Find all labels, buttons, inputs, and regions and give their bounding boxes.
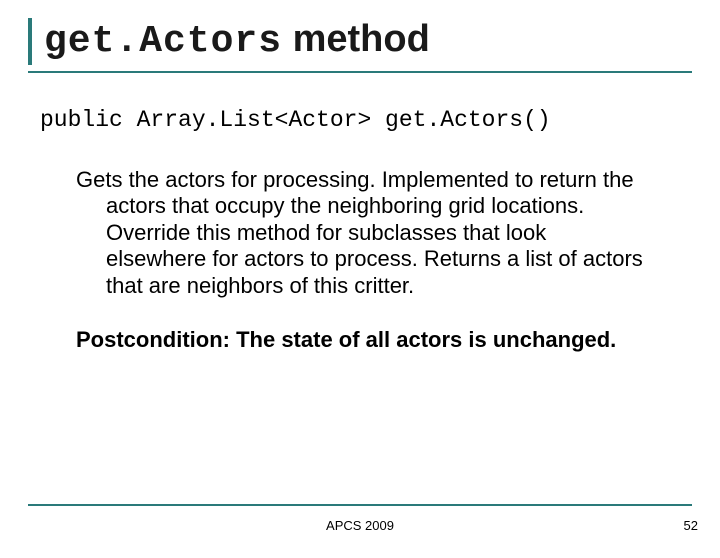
title-accent: get.Actors method: [28, 18, 692, 65]
footer-rule: [28, 504, 692, 506]
postcondition: Postcondition: The state of all actors i…: [76, 327, 644, 353]
footer: APCS 2009 52: [0, 518, 720, 538]
slide: get.Actors method public Array.List<Acto…: [0, 18, 720, 558]
title-container: get.Actors method: [28, 18, 692, 73]
title-text: method: [282, 18, 430, 60]
slide-title: get.Actors method: [44, 18, 692, 63]
footer-text: APCS 2009: [0, 518, 720, 533]
title-code: get.Actors: [44, 20, 282, 63]
method-signature: public Array.List<Actor> get.Actors(): [40, 107, 680, 133]
method-description: Gets the actors for processing. Implemen…: [76, 167, 644, 299]
page-number: 52: [684, 518, 698, 533]
